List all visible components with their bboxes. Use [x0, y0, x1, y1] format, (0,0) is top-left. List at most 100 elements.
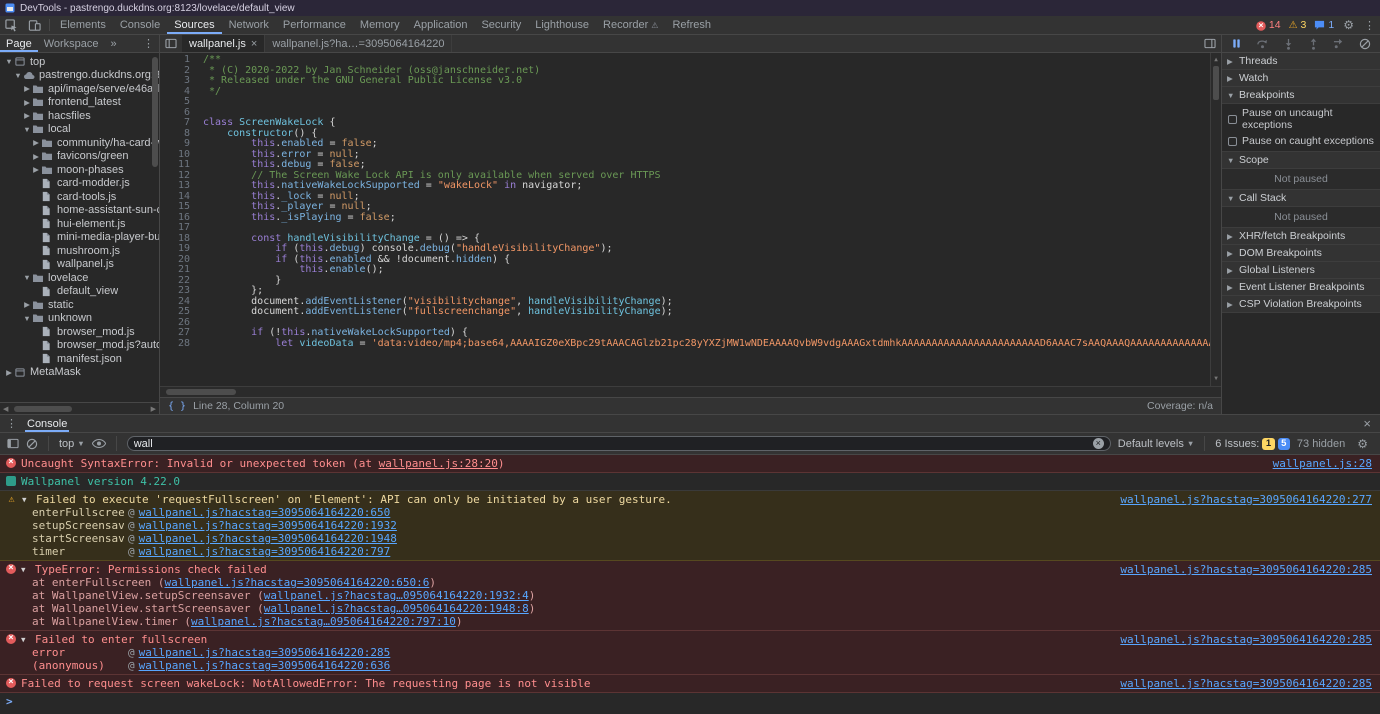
source-link[interactable]: wallpanel.js?hacstag=3095064164220:1948	[139, 532, 397, 545]
clear-console-icon[interactable]	[26, 438, 38, 450]
deactivate-breakpoints-icon[interactable]	[1359, 38, 1371, 50]
step-out-icon[interactable]	[1308, 38, 1319, 50]
step-into-icon[interactable]	[1283, 38, 1294, 50]
editor-tab-wallpanel-js-ha-309[interactable]: wallpanel.js?ha…=3095064164220	[265, 35, 452, 52]
section-threads[interactable]: ▶Threads	[1222, 53, 1380, 70]
drawer-menu-icon[interactable]: ⋮	[6, 415, 17, 432]
navigator-tab-workspace[interactable]: Workspace	[38, 35, 105, 52]
context-selector[interactable]: top▼	[59, 438, 85, 450]
line-number[interactable]: 11	[160, 160, 198, 171]
show-navigator-icon[interactable]	[160, 35, 182, 52]
tree-item-static[interactable]: ▶static	[0, 298, 159, 312]
source-link[interactable]: wallpanel.js?hacstag…095064164220:1948:8	[264, 602, 529, 615]
line-number[interactable]: 4	[160, 87, 198, 98]
tree-item-api-image-serve-e46ad13c[interactable]: ▶api/image/serve/e46ad13c	[0, 82, 159, 96]
tree-item-browser-mod-js[interactable]: browser_mod.js	[0, 325, 159, 339]
expand-arrow-icon[interactable]: ▼	[21, 633, 30, 646]
tab-application[interactable]: Application	[407, 16, 475, 34]
close-icon[interactable]: ×	[251, 38, 257, 50]
section-global-listeners[interactable]: ▶Global Listeners	[1222, 262, 1380, 279]
tree-arrow-icon[interactable]: ▼	[13, 71, 23, 80]
close-drawer-icon[interactable]: ×	[1360, 415, 1374, 432]
expand-arrow-icon[interactable]: ▼	[22, 493, 31, 506]
line-number[interactable]: 5	[160, 97, 198, 108]
checkbox-icon[interactable]	[1228, 137, 1237, 146]
tree-item-mushroom-js[interactable]: mushroom.js	[0, 244, 159, 258]
tab-elements[interactable]: Elements	[53, 16, 113, 34]
pause-icon[interactable]	[1231, 38, 1242, 49]
tab-console[interactable]: Console	[25, 415, 69, 432]
tree-arrow-icon[interactable]: ▼	[22, 273, 32, 282]
tab-lighthouse[interactable]: Lighthouse	[528, 16, 596, 34]
section-breakpoints[interactable]: ▼Breakpoints	[1222, 87, 1380, 104]
tree-arrow-icon[interactable]: ▶	[22, 111, 32, 120]
pretty-print-icon[interactable]: { }	[168, 401, 186, 412]
tree-arrow-icon[interactable]: ▶	[31, 165, 41, 174]
tree-arrow-icon[interactable]: ▶	[4, 368, 14, 377]
editor-tab-wallpanel-js[interactable]: wallpanel.js×	[182, 35, 265, 52]
navigator-horizontal-scrollbar[interactable]: ◀ ▶	[0, 402, 159, 414]
console-sidebar-icon[interactable]	[7, 438, 19, 449]
tree-arrow-icon[interactable]: ▶	[22, 98, 32, 107]
line-number[interactable]: 6	[160, 108, 198, 119]
source-link[interactable]: wallpanel.js?hacstag=3095064164220:285	[1120, 563, 1372, 576]
tree-item-default-view[interactable]: default_view	[0, 285, 159, 299]
step-icon[interactable]	[1333, 38, 1345, 49]
step-over-icon[interactable]	[1256, 38, 1269, 49]
more-options-icon[interactable]: ⋮	[1359, 16, 1380, 34]
source-link[interactable]: wallpanel.js?hacstag=3095064164220:285	[139, 646, 391, 659]
device-toolbar-icon[interactable]	[23, 16, 46, 34]
tab-memory[interactable]: Memory	[353, 16, 407, 34]
line-number[interactable]: 25	[160, 307, 198, 318]
console-settings-gear-icon[interactable]: ⚙	[1352, 437, 1373, 451]
section-scope[interactable]: ▼Scope	[1222, 152, 1380, 169]
scroll-left-icon[interactable]: ◀	[3, 405, 8, 413]
source-link[interactable]: wallpanel.js?hacstag…095064164220:797:10	[191, 615, 456, 628]
line-number[interactable]: 19	[160, 244, 198, 255]
section-call-stack[interactable]: ▼Call Stack	[1222, 190, 1380, 207]
tree-item-metamask[interactable]: ▶MetaMask	[0, 366, 159, 380]
line-number[interactable]: 28	[160, 339, 198, 350]
tree-item-local[interactable]: ▼local	[0, 123, 159, 137]
checkbox-icon[interactable]	[1228, 115, 1237, 124]
log-levels-selector[interactable]: Default levels▼	[1118, 438, 1194, 450]
toggle-debugger-sidebar-icon[interactable]	[1199, 35, 1221, 52]
line-number[interactable]: 3	[160, 76, 198, 87]
filter-input[interactable]	[134, 438, 1089, 450]
line-number[interactable]: 9	[160, 139, 198, 150]
tree-item-unknown[interactable]: ▼unknown	[0, 312, 159, 326]
tree-item-moon-phases[interactable]: ▶moon-phases	[0, 163, 159, 177]
navigator-scrollbar-thumb[interactable]	[152, 57, 158, 167]
filter-clear-icon[interactable]: ×	[1093, 438, 1104, 449]
navigator-tab-page[interactable]: Page	[0, 35, 38, 52]
line-number[interactable]: 13	[160, 181, 198, 192]
console-prompt[interactable]: >	[0, 693, 1380, 710]
scroll-up-icon[interactable]: ▲	[1211, 55, 1221, 66]
tab-console[interactable]: Console	[113, 16, 167, 34]
line-number[interactable]: 23	[160, 286, 198, 297]
checkbox-pause-on-caught-exceptions[interactable]: Pause on caught exceptions	[1222, 133, 1380, 149]
tree-arrow-icon[interactable]: ▶	[22, 84, 32, 93]
source-link[interactable]: wallpanel.js?hacstag=3095064164220:650:6	[164, 576, 429, 589]
warning-count-badge[interactable]: ⚠3	[1285, 16, 1311, 34]
source-link[interactable]: wallpanel.js:28	[1273, 457, 1372, 470]
tree-item-home-assistant-sun-card[interactable]: home-assistant-sun-card	[0, 204, 159, 218]
tab-security[interactable]: Security	[474, 16, 528, 34]
tab-recorder[interactable]: Recorder⚠	[596, 16, 665, 34]
tree-item-card-modder-js[interactable]: card-modder.js	[0, 177, 159, 191]
tree-item-favicons-green[interactable]: ▶favicons/green	[0, 150, 159, 164]
tree-arrow-icon[interactable]: ▼	[22, 125, 32, 134]
eye-icon[interactable]	[92, 439, 106, 448]
line-number[interactable]: 15	[160, 202, 198, 213]
tree-item-hui-element-js[interactable]: hui-element.js	[0, 217, 159, 231]
section-xhr-fetch-breakpoints[interactable]: ▶XHR/fetch Breakpoints	[1222, 228, 1380, 245]
console-filter[interactable]: ×	[127, 436, 1111, 451]
checkbox-pause-on-uncaught-exceptions[interactable]: Pause on uncaught exceptions	[1222, 105, 1380, 133]
line-number[interactable]: 7	[160, 118, 198, 129]
inspect-icon[interactable]	[0, 16, 23, 34]
error-count-badge[interactable]: 14	[1252, 16, 1285, 34]
source-link[interactable]: wallpanel.js?hacstag=3095064164220:285	[1120, 677, 1372, 690]
tree-arrow-icon[interactable]: ▼	[22, 314, 32, 323]
tree-item-wallpanel-js[interactable]: wallpanel.js	[0, 258, 159, 272]
expand-arrow-icon[interactable]: ▼	[21, 563, 30, 576]
